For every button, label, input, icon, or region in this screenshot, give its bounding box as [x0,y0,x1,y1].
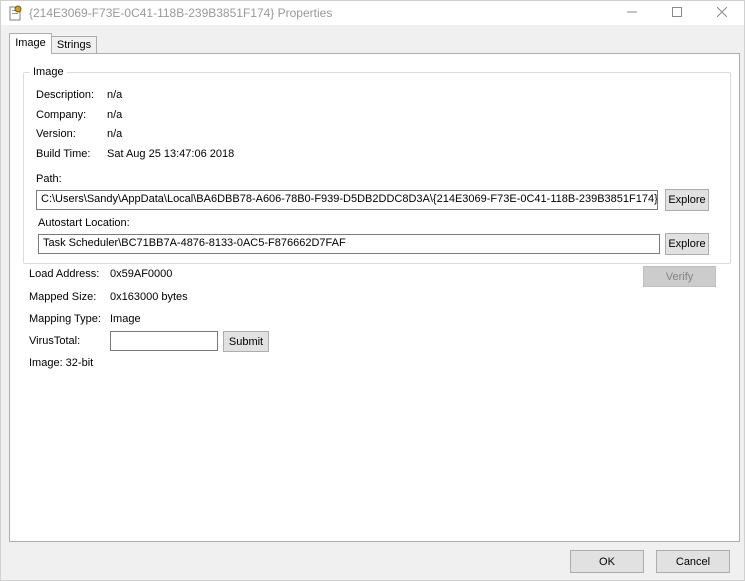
properties-window: {214E3069-F73E-0C41-118B-239B3851F174} P… [0,0,745,581]
load-address-value: 0x59AF0000 [110,268,173,280]
maximize-icon [672,6,682,20]
submit-button[interactable]: Submit [223,331,269,352]
company-label: Company: [36,109,87,121]
path-explore-button[interactable]: Explore [665,189,709,211]
cancel-button[interactable]: Cancel [656,550,730,573]
description-value: n/a [107,89,123,101]
group-title: Image [30,66,67,78]
close-icon [716,6,728,20]
autostart-explore-button[interactable]: Explore [665,233,709,255]
version-value: n/a [107,128,123,140]
title-bar: {214E3069-F73E-0C41-118B-239B3851F174} P… [1,1,744,25]
tab-strings[interactable]: Strings [51,36,97,54]
build-time-value: Sat Aug 25 13:47:06 2018 [107,148,235,160]
minimize-button[interactable] [609,1,655,25]
mapping-type-label: Mapping Type: [29,313,101,325]
mapped-size-label: Mapped Size: [29,291,97,303]
tab-panel-image: Image Description: n/a Company: n/a Vers… [9,53,740,542]
minimize-icon [627,7,637,20]
path-field[interactable]: C:\Users\Sandy\AppData\Local\BA6DBB78-A6… [36,190,658,210]
mapping-type-value: Image [110,313,141,325]
load-address-label: Load Address: [29,268,100,280]
app-icon [9,5,23,21]
ok-button[interactable]: OK [570,550,644,573]
window-title: {214E3069-F73E-0C41-118B-239B3851F174} P… [29,6,333,20]
verify-button[interactable]: Verify [643,266,716,287]
version-label: Version: [36,128,76,140]
virustotal-label: VirusTotal: [29,335,81,347]
image-groupbox: Image Description: n/a Company: n/a Vers… [23,66,731,264]
company-value: n/a [107,109,123,121]
tab-image[interactable]: Image [9,33,52,54]
maximize-button[interactable] [654,1,700,25]
autostart-label: Autostart Location: [38,217,130,229]
mapped-size-value: 0x163000 bytes [110,291,188,303]
bitness-text: Image: 32-bit [29,357,94,369]
autostart-field[interactable]: Task Scheduler\BC71BB7A-4876-8133-0AC5-F… [38,234,660,254]
build-time-label: Build Time: [36,148,91,160]
close-button[interactable] [699,1,745,25]
description-label: Description: [36,89,95,101]
path-label: Path: [36,173,62,185]
virustotal-field[interactable] [110,331,218,351]
